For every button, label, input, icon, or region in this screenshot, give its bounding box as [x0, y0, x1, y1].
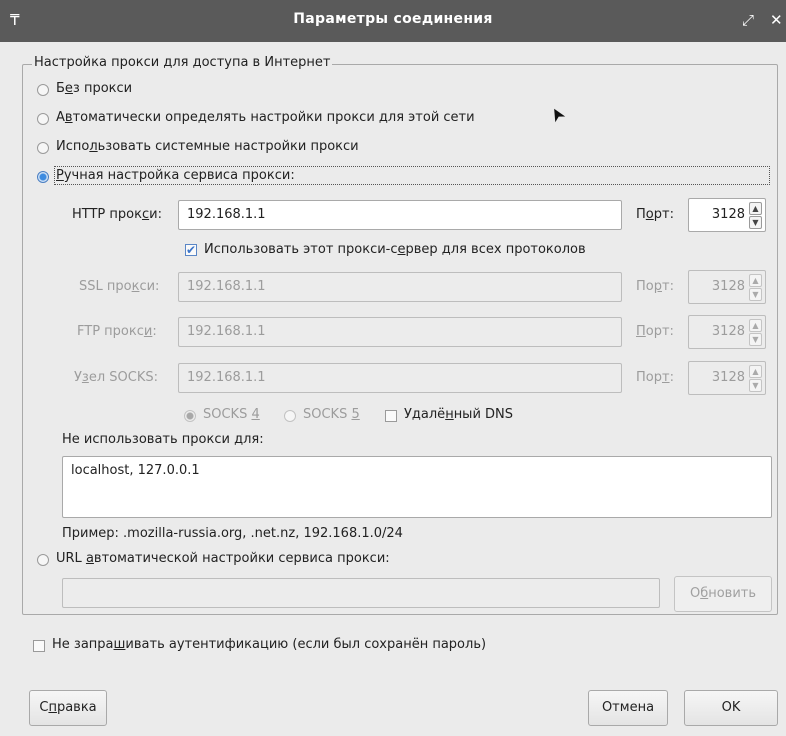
no-proxy-radio[interactable] [37, 84, 49, 96]
spin-up-icon[interactable]: ▲ [749, 274, 762, 287]
socks-port-spinner[interactable]: 3128 ▲ ▼ [688, 361, 766, 395]
auto-config-url-label[interactable]: URL автоматической настройки сервиса про… [56, 551, 390, 566]
share-all-checkbox[interactable]: ✔ [185, 244, 197, 256]
socks5-label[interactable]: SOCKS 5 [303, 407, 360, 422]
auto-config-url-input[interactable] [62, 578, 660, 608]
remote-dns-checkbox[interactable] [385, 410, 397, 422]
system-proxy-radio[interactable] [37, 142, 49, 154]
ssl-port-value: 3128 [711, 279, 745, 294]
ftp-port-spinner[interactable]: 3128 ▲ ▼ [688, 315, 766, 349]
spin-down-icon[interactable]: ▼ [749, 333, 762, 346]
checkmark-icon: ✔ [186, 243, 197, 257]
socks-host-label: Узел SOCKS: [74, 370, 159, 385]
proxy-settings-legend: Настройка прокси для доступа в Интернет [32, 55, 333, 70]
remote-dns-label[interactable]: Удалённый DNS [404, 407, 513, 422]
spin-up-icon[interactable]: ▲ [749, 365, 762, 378]
manual-proxy-radio[interactable] [37, 171, 49, 183]
http-proxy-label: HTTP прокси: [72, 207, 162, 222]
socks-port-value: 3128 [711, 370, 745, 385]
no-proxy-for-label: Не использовать прокси для: [62, 432, 264, 447]
ssl-proxy-input[interactable]: 192.168.1.1 [178, 272, 622, 302]
ok-button[interactable]: OK [684, 690, 778, 726]
socks5-radio[interactable] [284, 410, 296, 422]
auto-detect-radio[interactable] [37, 113, 49, 125]
http-port-label: Порт: [636, 207, 674, 222]
help-button[interactable]: Справка [29, 690, 107, 726]
socks-host-input[interactable]: 192.168.1.1 [178, 363, 622, 393]
spin-up-icon[interactable]: ▲ [749, 202, 762, 215]
no-auth-prompt-checkbox[interactable] [33, 640, 45, 652]
socks4-radio[interactable] [184, 410, 196, 422]
http-port-spinner[interactable]: 3128 ▲ ▼ [688, 198, 766, 232]
ftp-proxy-input[interactable]: 192.168.1.1 [178, 317, 622, 347]
auto-config-url-radio[interactable] [37, 554, 49, 566]
ftp-port-label: Порт: [636, 324, 674, 339]
maximize-icon[interactable]: ⤢ [742, 10, 754, 30]
ssl-proxy-label: SSL прокси: [79, 279, 160, 294]
reload-button[interactable]: Обновить [674, 576, 772, 612]
ftp-port-value: 3128 [711, 324, 745, 339]
cancel-button[interactable]: Отмена [588, 690, 668, 726]
http-proxy-input[interactable]: 192.168.1.1 [178, 200, 622, 230]
no-proxy-label[interactable]: Без прокси [56, 81, 132, 96]
http-port-value: 3128 [711, 207, 745, 222]
system-proxy-label[interactable]: Использовать системные настройки прокси [56, 139, 359, 154]
socks4-label[interactable]: SOCKS 4 [203, 407, 260, 422]
spin-down-icon[interactable]: ▼ [749, 288, 762, 301]
no-proxy-for-textarea[interactable]: localhost, 127.0.0.1 [62, 456, 772, 518]
spin-down-icon[interactable]: ▼ [749, 379, 762, 392]
window-title: Параметры соединения [293, 11, 493, 27]
ssl-port-label: Порт: [636, 279, 674, 294]
spin-up-icon[interactable]: ▲ [749, 319, 762, 332]
manual-proxy-label[interactable]: Ручная настройка сервиса прокси: [54, 166, 770, 185]
example-hint: Пример: .mozilla-russia.org, .net.nz, 19… [62, 526, 403, 541]
no-auth-prompt-label[interactable]: Не запрашивать аутентификацию (если был … [52, 637, 486, 652]
auto-detect-label[interactable]: Автоматически определять настройки прокс… [56, 110, 475, 125]
ssl-port-spinner[interactable]: 3128 ▲ ▼ [688, 270, 766, 304]
ftp-proxy-label: FTP прокси: [77, 324, 157, 339]
title-bar: ₸ Параметры соединения ⤢ ✕ [0, 0, 786, 42]
share-all-label[interactable]: Использовать этот прокси-сервер для всех… [204, 242, 586, 257]
socks-port-label: Порт: [636, 370, 674, 385]
spin-down-icon[interactable]: ▼ [749, 216, 762, 229]
close-icon[interactable]: ✕ [770, 10, 783, 30]
